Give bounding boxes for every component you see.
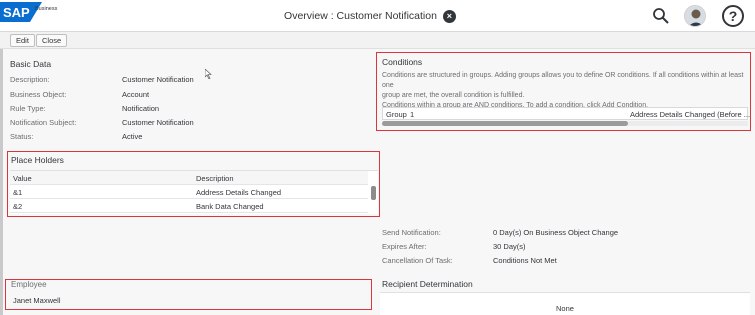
conditions-text-1: Conditions are structured in groups. Add…	[382, 72, 744, 89]
conditions-description: Conditions are structured in groups. Add…	[382, 71, 748, 111]
rule-type-value: Notification	[122, 104, 160, 113]
close-button[interactable]: Close	[36, 34, 68, 47]
conditions-title: Conditions	[382, 57, 423, 67]
expires-after-label: Expires After:	[382, 242, 427, 251]
recipient-value: None	[556, 304, 574, 313]
column-header-description: Description	[196, 174, 234, 183]
logo-sub: Business	[35, 6, 58, 12]
expires-after-value: 30 Day(s)	[493, 242, 526, 251]
row-value: &1	[13, 188, 23, 197]
help-icon[interactable]: ?	[722, 5, 744, 27]
send-notification-label: Send Notification:	[382, 228, 441, 237]
cancellation-label: Cancellation Of Task:	[382, 256, 453, 265]
close-icon[interactable]: ×	[442, 9, 456, 23]
placeholders-scroll-thumb[interactable]	[371, 186, 376, 200]
toolbar: Edit Close	[0, 32, 755, 49]
column-header-value: Value	[13, 174, 32, 183]
row-description: Address Details Changed	[196, 188, 282, 197]
recipient-title: Recipient Determination	[382, 279, 473, 289]
placeholders-table: Value Description &1 Address Details Cha…	[10, 170, 378, 214]
group-label: Group	[386, 110, 407, 119]
notification-subject-value: Customer Notification	[122, 118, 194, 127]
table-row[interactable]: &1 Address Details Changed	[10, 185, 368, 199]
shell-header: SAP Business Overview : Customer Notific…	[0, 0, 755, 32]
placeholders-title: Place Holders	[11, 155, 64, 165]
page-title: Overview : Customer Notification	[284, 10, 437, 22]
row-description: Bank Data Changed	[196, 202, 264, 211]
status-label: Status:	[10, 132, 34, 141]
group-number: 1	[410, 110, 415, 119]
basic-data-title: Basic Data	[10, 59, 52, 69]
employee-title: Employee	[11, 280, 47, 289]
logo-text: SAP	[3, 5, 30, 20]
mouse-cursor-icon	[205, 69, 212, 79]
send-notification-value: 0 Day(s) On Business Object Change	[493, 228, 619, 237]
cancellation-value: Conditions Not Met	[493, 256, 557, 265]
conditions-text-2: group are met, the overall condition is …	[382, 92, 525, 99]
recipient-table: None	[380, 292, 750, 315]
employee-name[interactable]: Janet Maxwell	[13, 296, 61, 305]
table-row[interactable]: &2 Bank Data Changed	[10, 199, 368, 213]
notification-subject-label: Notification Subject:	[10, 118, 77, 127]
employee-highlight	[5, 279, 372, 310]
avatar[interactable]	[684, 5, 706, 27]
business-object-label: Business Object:	[10, 90, 67, 99]
group-condition: Address Details Changed (Before ...	[630, 110, 751, 119]
edit-button[interactable]: Edit	[10, 34, 35, 47]
shell-title: Overview : Customer Notification ×	[250, 0, 490, 32]
search-icon[interactable]	[652, 7, 670, 25]
row-value: &2	[13, 202, 23, 211]
business-object-value: Account	[122, 90, 150, 99]
rule-type-label: Rule Type:	[10, 104, 46, 113]
conditions-scroll-thumb[interactable]	[382, 121, 628, 126]
description-value: Customer Notification	[122, 75, 194, 84]
conditions-scrollbar[interactable]	[382, 121, 748, 126]
left-edge-border	[0, 49, 3, 315]
description-label: Description:	[10, 75, 50, 84]
placeholders-scrollbar[interactable]	[371, 185, 376, 213]
table-header-row: Value Description	[10, 171, 368, 185]
status-value: Active	[122, 132, 143, 141]
condition-group-row[interactable]: Group 1 Address Details Changed (Before …	[382, 107, 751, 120]
sap-logo[interactable]: SAP Business	[0, 2, 62, 22]
